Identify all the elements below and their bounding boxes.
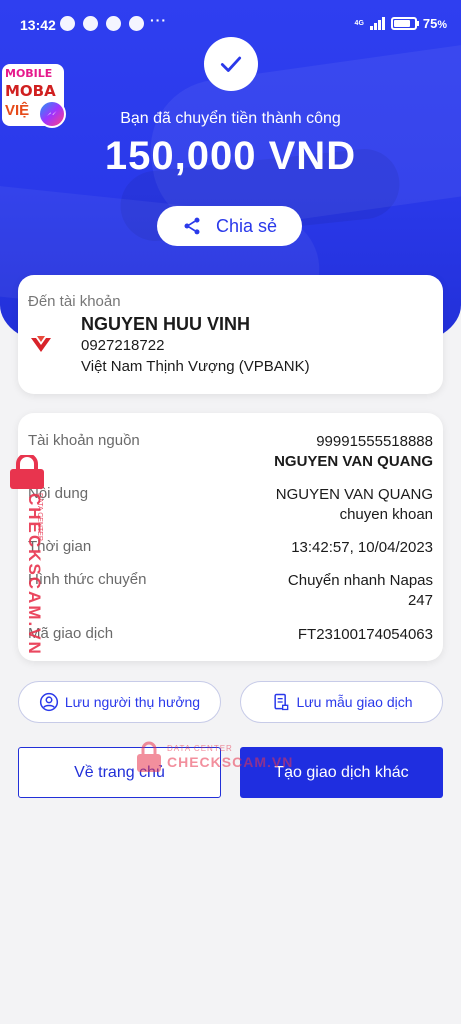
share-button[interactable]: Chia sẻ — [157, 206, 302, 246]
status-right: 4G 75% — [355, 16, 447, 31]
document-icon — [273, 693, 288, 711]
user-icon — [39, 692, 58, 712]
share-icon — [184, 217, 200, 235]
watermark-lock-icon — [137, 741, 161, 772]
recipient-account: 0927218722 — [81, 337, 165, 354]
zalo-icon — [106, 16, 121, 31]
share-label: Chia sẻ — [215, 215, 278, 236]
destination-card: Đến tài khoản NGUYEN HUU VINH 0927218722… — [18, 275, 443, 394]
network-type: 4G — [354, 20, 364, 27]
transfer-amount: 150,000 VND — [104, 134, 357, 178]
success-check-icon — [204, 37, 258, 91]
chat-icon — [83, 16, 98, 31]
recipient-bank: Việt Nam Thịnh Vượng (VPBANK) — [81, 358, 310, 375]
transaction-details-card: Tài khoản nguồn 99991555518888 NGUYEN VAN… — [18, 413, 443, 661]
status-time: 13:42 — [20, 17, 56, 33]
battery-icon — [390, 17, 419, 30]
watermark-lock-icon — [10, 455, 44, 489]
save-template-button[interactable]: Lưu mẫu giao dịch — [240, 681, 443, 723]
watermark-side: CHECKSCAM.VN DATA CENTER — [2, 455, 50, 656]
notification-icons — [60, 16, 144, 31]
success-message: Bạn đã chuyển tiền thành công — [120, 110, 341, 127]
destination-label: Đến tài khoản — [28, 293, 121, 310]
more-notifications-icon: ··· — [150, 12, 167, 28]
battery-level: 75% — [422, 16, 447, 31]
vpbank-logo-icon — [31, 336, 51, 352]
watermark-center: DATA CENTER CHECKSCAM.VN — [135, 740, 305, 780]
recipient-name: NGUYEN HUU VINH — [81, 314, 251, 334]
save-beneficiary-button[interactable]: Lưu người thụ hưởng — [18, 681, 221, 723]
mute-icon — [60, 16, 75, 31]
messenger-notif-icon — [129, 16, 144, 31]
signal-icon — [369, 17, 385, 30]
